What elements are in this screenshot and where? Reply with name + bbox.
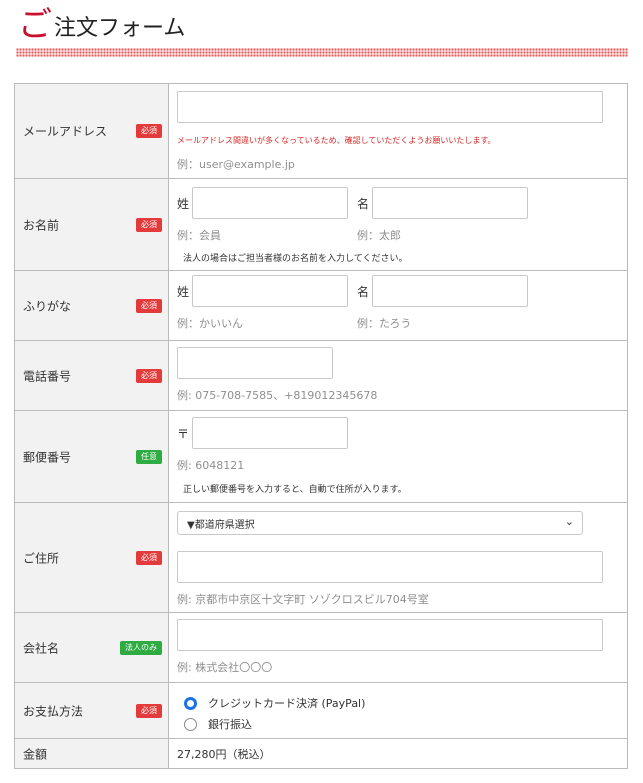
address-label-cell: ご住所 必須: [14, 502, 169, 613]
title-underline: [16, 48, 628, 57]
phone-label: 電話番号: [23, 369, 72, 383]
required-badge: 必須: [136, 124, 162, 138]
first-furigana-label: 名: [357, 285, 370, 299]
row-postal: 郵便番号 任意 〒 例: 6048121 正しい郵便番号を入力すると、自動で住所…: [14, 410, 628, 503]
radio-paypal[interactable]: [184, 697, 197, 710]
email-label-cell: メールアドレス 必須: [14, 83, 169, 179]
last-furigana-input[interactable]: [192, 275, 348, 307]
row-company: 会社名 法人のみ 例: 株式会社〇〇〇: [14, 612, 628, 683]
required-badge: 必須: [136, 550, 162, 565]
postal-hint: 例: 6048121: [177, 459, 245, 472]
payment-field-cell: クレジットカード決済 (PayPal) 銀行振込: [168, 682, 628, 739]
postal-input[interactable]: [192, 417, 348, 449]
company-label-cell: 会社名 法人のみ: [14, 612, 169, 683]
email-warning: メールアドレス間違いが多くなっているため、確認していただくようお願いいたします。: [177, 136, 496, 145]
email-hint: 例：user@example.jp: [177, 158, 295, 171]
company-label: 会社名: [23, 641, 60, 655]
row-name: お名前 必須 姓 名 例：会員 例：太郎 法人の場合はご担当者様のお名前を入力し…: [14, 178, 628, 271]
corporate-only-badge: 法人のみ: [120, 640, 162, 655]
phone-hint: 例: 075-708-7585、+819012345678: [177, 389, 378, 402]
furigana-label-cell: ふりがな 必須: [14, 270, 169, 341]
address-hint: 例: 京都市中京区十文字町 ソゾクロスビル704号室: [177, 593, 429, 606]
page-title-go: ご: [18, 5, 52, 45]
last-name-label: 姓: [177, 197, 190, 211]
amount-value: 27,280円（税込）: [177, 747, 271, 761]
amount-label: 金額: [23, 747, 48, 761]
last-name-hint: 例：会員: [177, 229, 221, 242]
address-label: ご住所: [23, 551, 60, 565]
postal-label: 郵便番号: [23, 450, 72, 464]
furigana-label: ふりがな: [23, 299, 72, 313]
email-input[interactable]: [177, 91, 603, 123]
payment-label-cell: お支払方法 必須: [14, 682, 169, 739]
required-badge: 必須: [136, 703, 162, 718]
optional-badge: 任意: [136, 449, 162, 464]
row-phone: 電話番号 必須 例: 075-708-7585、+819012345678: [14, 340, 628, 411]
postal-field-cell: 〒 例: 6048121 正しい郵便番号を入力すると、自動で住所が入ります。: [168, 410, 628, 503]
amount-label-cell: 金額: [14, 738, 169, 769]
amount-field-cell: 27,280円（税込）: [168, 738, 628, 769]
row-email: メールアドレス 必須 メールアドレス間違いが多くなっているため、確認していただく…: [14, 83, 628, 179]
company-input[interactable]: [177, 619, 603, 651]
company-hint: 例: 株式会社〇〇〇: [177, 661, 273, 674]
first-name-hint: 例：太郎: [357, 229, 401, 242]
first-name-input[interactable]: [372, 187, 528, 219]
row-amount: 金額 27,280円（税込）: [14, 738, 628, 769]
payment-option-bank[interactable]: 銀行振込: [208, 716, 252, 732]
postal-note: 正しい郵便番号を入力すると、自動で住所が入ります。: [183, 485, 407, 495]
last-name-input[interactable]: [192, 187, 348, 219]
required-badge: 必須: [136, 217, 162, 232]
postal-label-cell: 郵便番号 任意: [14, 410, 169, 503]
name-label-cell: お名前 必須: [14, 178, 169, 271]
last-furigana-label: 姓: [177, 285, 190, 299]
page-title-text: 注文フォーム: [54, 16, 186, 41]
order-form-table: メールアドレス 必須 メールアドレス間違いが多くなっているため、確認していただく…: [14, 83, 628, 769]
payment-label: お支払方法: [23, 704, 84, 718]
phone-field-cell: 例: 075-708-7585、+819012345678: [168, 340, 628, 411]
phone-label-cell: 電話番号 必須: [14, 340, 169, 411]
phone-input[interactable]: [177, 347, 333, 379]
furigana-field-cell: 姓 名 例：かいいん 例：たろう: [168, 270, 628, 341]
radio-bank-transfer[interactable]: [184, 718, 197, 731]
email-label: メールアドレス: [23, 124, 108, 139]
row-address: ご住所 必須 ▼都道府県選択 ⌄ 例: 京都市中京区十文字町 ソゾクロスビル70…: [14, 502, 628, 613]
chevron-down-icon: ⌄: [564, 515, 574, 528]
required-badge: 必須: [136, 368, 162, 383]
row-furigana: ふりがな 必須 姓 名 例：かいいん 例：たろう: [14, 270, 628, 341]
payment-option-paypal[interactable]: クレジットカード決済 (PayPal): [208, 695, 365, 711]
prefecture-selected: ▼都道府県選択: [187, 520, 255, 531]
company-field-cell: 例: 株式会社〇〇〇: [168, 612, 628, 683]
first-furigana-input[interactable]: [372, 275, 528, 307]
required-badge: 必須: [136, 298, 162, 313]
address-input[interactable]: [177, 551, 603, 583]
row-payment: お支払方法 必須 クレジットカード決済 (PayPal) 銀行振込: [14, 682, 628, 739]
prefecture-select[interactable]: ▼都道府県選択 ⌄: [177, 511, 583, 535]
email-field-cell: メールアドレス間違いが多くなっているため、確認していただくようお願いいたします。…: [168, 83, 628, 179]
first-name-label: 名: [357, 197, 370, 211]
name-label: お名前: [23, 218, 60, 232]
postal-mark: 〒: [177, 427, 190, 441]
first-furigana-hint: 例：たろう: [357, 317, 412, 330]
last-furigana-hint: 例：かいいん: [177, 317, 243, 330]
name-note: 法人の場合はご担当者様のお名前を入力してください。: [183, 254, 408, 264]
name-field-cell: 姓 名 例：会員 例：太郎 法人の場合はご担当者様のお名前を入力してください。: [168, 178, 628, 271]
address-field-cell: ▼都道府県選択 ⌄ 例: 京都市中京区十文字町 ソゾクロスビル704号室: [168, 502, 628, 613]
